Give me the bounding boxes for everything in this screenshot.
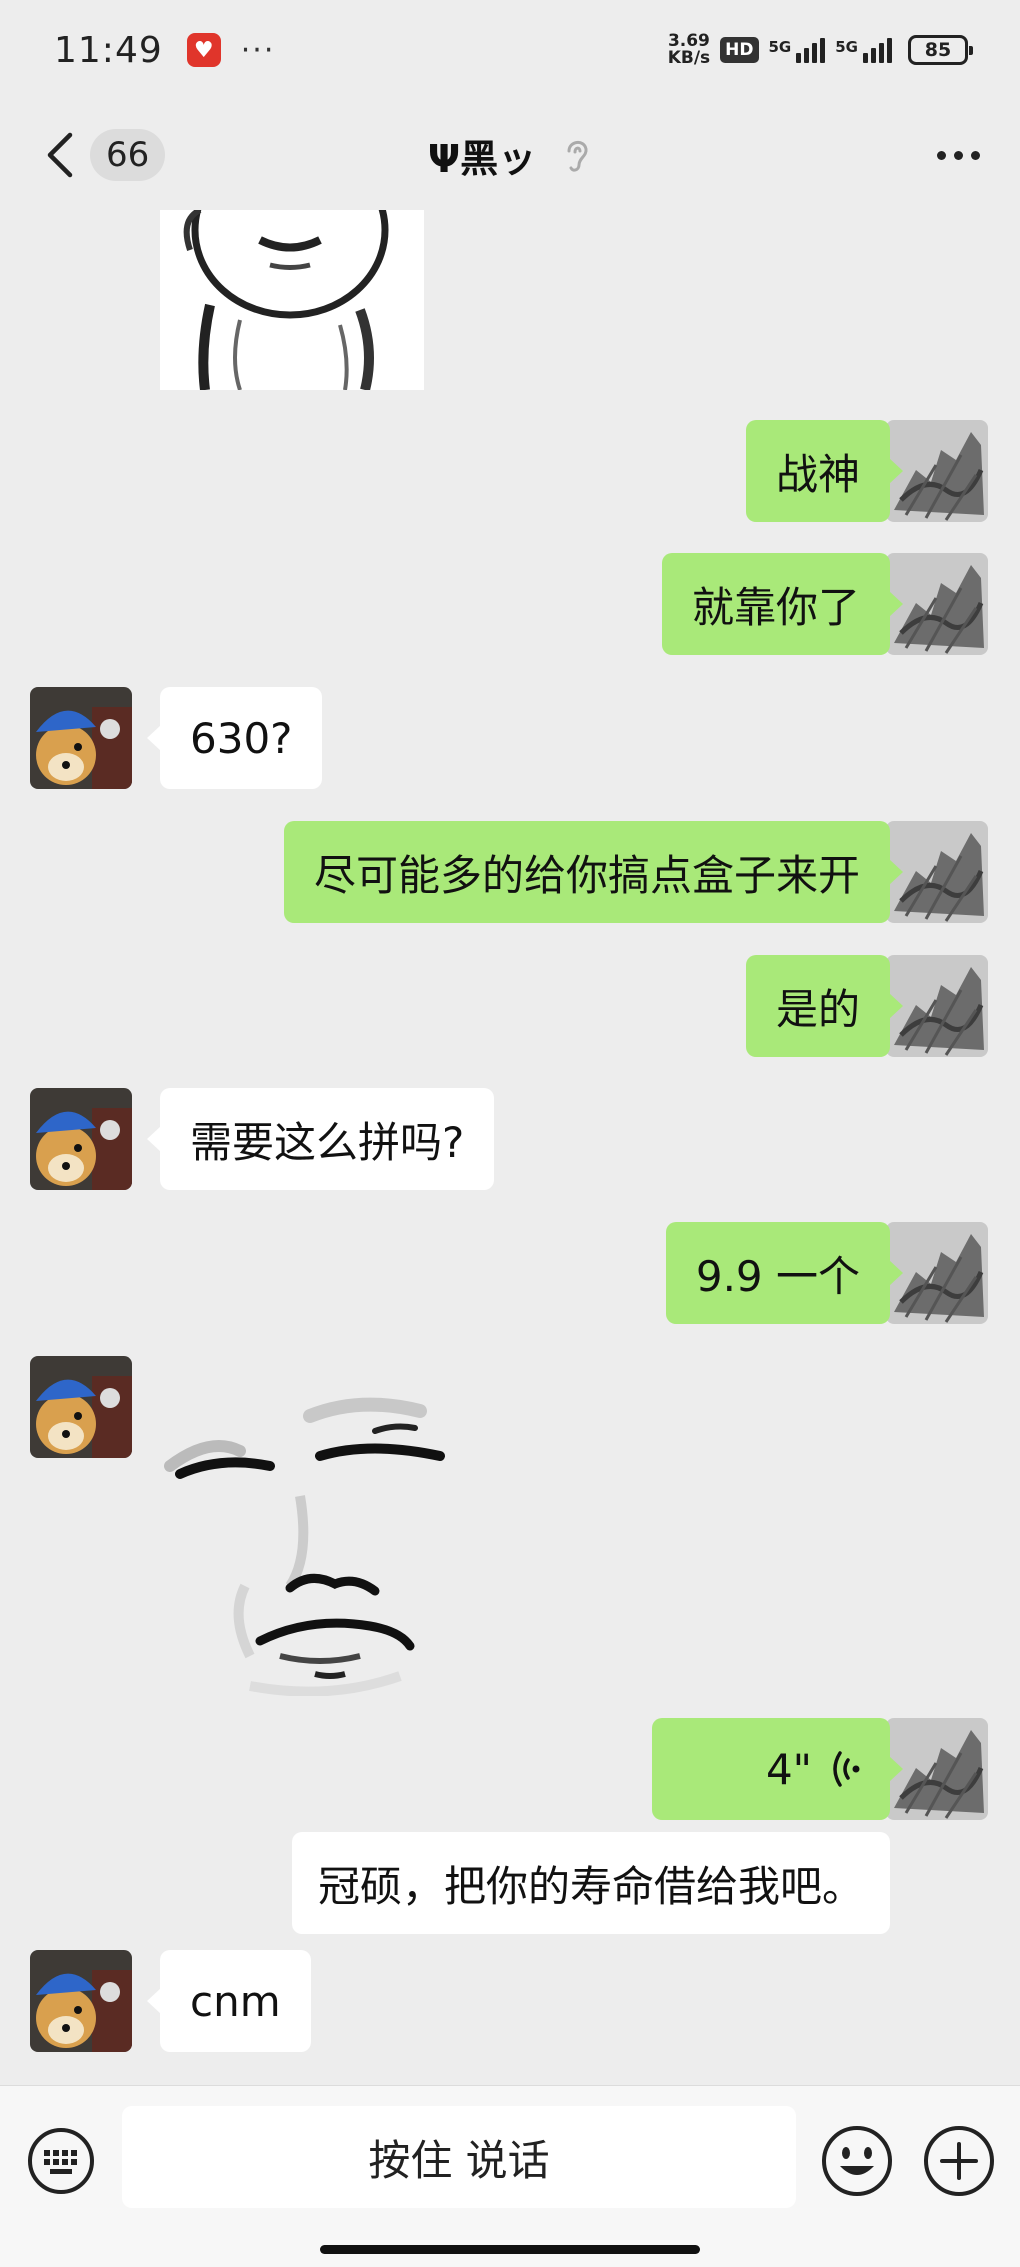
app-notification-icon: ♥ [186, 33, 221, 67]
input-bar: 按住 说话 [0, 2085, 1020, 2267]
contact-avatar[interactable] [30, 1088, 132, 1190]
chat-header: 66 Ψ黑ッ [0, 100, 1020, 210]
home-indicator[interactable] [320, 2245, 700, 2254]
contact-avatar[interactable] [30, 1356, 132, 1458]
more-dot-icon [954, 150, 963, 160]
message-list[interactable]: 战神 就靠你了 630? 尽可能多的给你搞点盒子来开 是的 需要这么拼吗? 9.… [0, 210, 1020, 2085]
contact-avatar[interactable] [30, 687, 132, 789]
voice-transcript[interactable]: 冠硕，把你的寿命借给我吧。 [291, 1832, 890, 1934]
battery-level: 85 [924, 39, 952, 61]
hold-to-talk-button[interactable]: 按住 说话 [122, 2106, 796, 2208]
more-options-button[interactable] [937, 150, 980, 160]
network-speed-unit: KB/s [667, 48, 711, 68]
hd-icon: HD [720, 37, 759, 63]
more-dot-icon [971, 150, 980, 160]
signal-label: 5G [768, 37, 792, 56]
emoji-icon[interactable] [820, 2124, 894, 2198]
contact-avatar-image [30, 1356, 132, 1458]
outgoing-message[interactable]: 9.9 一个 [665, 1222, 904, 1324]
contact-avatar-image [30, 687, 132, 789]
voice-duration: 4" [765, 1744, 812, 1794]
incoming-message[interactable]: 630? [146, 687, 323, 789]
outgoing-message[interactable]: 是的 [745, 955, 904, 1057]
keyboard-toggle-icon[interactable] [26, 2126, 96, 2196]
outgoing-message[interactable]: 就靠你了 [661, 553, 904, 655]
more-dot-icon [937, 150, 946, 160]
outgoing-message[interactable]: 尽可能多的给你搞点盒子来开 [283, 821, 904, 923]
sticker-message[interactable] [160, 1356, 500, 1697]
incoming-message[interactable]: 需要这么拼吗? [146, 1088, 495, 1190]
status-time: 11:49 [54, 29, 163, 71]
contact-avatar-image [30, 1950, 132, 2052]
meme-face-sticker [164, 1397, 445, 1697]
signal-icon-2: 5G [835, 37, 892, 63]
more-notifications-icon: ··· [240, 32, 276, 68]
incoming-message[interactable]: cnm [147, 1950, 311, 2052]
back-button[interactable]: 66 [40, 125, 166, 185]
voice-message[interactable]: 4" [652, 1718, 903, 1820]
status-bar: 11:49 ♥ ··· 3.69 KB/s HD 5G 5G 85 [0, 0, 1020, 100]
meme-face-sticker [183, 210, 389, 390]
chat-title: Ψ黑ッ [427, 136, 537, 181]
earpiece-mode-icon [567, 141, 588, 172]
battery-icon: 85 [908, 35, 973, 65]
signal-label-2: 5G [835, 37, 858, 56]
voice-wave-icon [833, 1751, 860, 1787]
signal-icon: 5G [768, 37, 826, 63]
outgoing-message[interactable]: 战神 [745, 420, 904, 522]
sticker-message[interactable] [160, 210, 424, 390]
contact-avatar-image [30, 1088, 132, 1190]
contact-avatar[interactable] [30, 1950, 132, 2052]
unread-count-badge: 66 [90, 129, 166, 181]
back-arrow-icon [47, 132, 73, 178]
plus-icon[interactable] [922, 2124, 996, 2198]
network-speed: 3.69 KB/s [668, 33, 710, 67]
